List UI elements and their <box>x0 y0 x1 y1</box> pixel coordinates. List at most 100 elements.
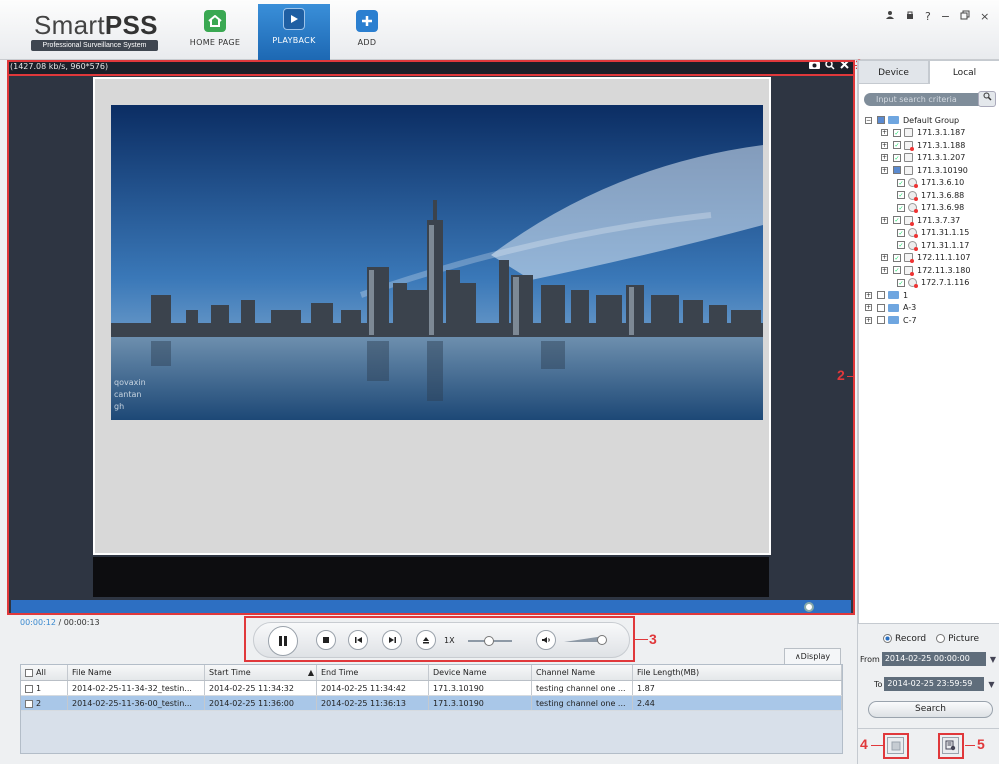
chevron-down-icon[interactable]: ▼ <box>990 655 996 664</box>
to-datetime-field[interactable]: 2014-02-25 23:59:59 <box>884 677 985 691</box>
speed-slider-handle[interactable] <box>484 636 494 646</box>
volume-button[interactable] <box>536 630 556 650</box>
record-radio[interactable]: Record <box>883 634 926 644</box>
row-checkbox[interactable] <box>25 684 33 693</box>
header-start-time[interactable]: Start Time ▲ <box>205 665 317 680</box>
tree-checkbox[interactable]: ✓ <box>893 153 901 162</box>
expand-icon[interactable]: + <box>881 166 888 174</box>
header-file-length[interactable]: File Length(MB) <box>633 665 842 680</box>
tree-item[interactable]: +171.3.10190 <box>881 164 968 177</box>
expand-icon[interactable]: + <box>881 129 888 137</box>
tree-item[interactable]: +1 <box>865 289 908 302</box>
header-device-name[interactable]: Device Name <box>429 665 532 680</box>
row-select[interactable]: 2 <box>21 696 68 710</box>
tree-checkbox[interactable]: ✓ <box>893 141 901 150</box>
tab-device[interactable]: Device <box>858 60 929 84</box>
sidebar-bottom-panel: 4 5 <box>858 728 999 764</box>
tree-checkbox[interactable] <box>877 303 885 312</box>
restore-icon[interactable] <box>960 10 970 24</box>
tree-checkbox[interactable] <box>877 291 885 300</box>
header-all[interactable]: All <box>21 665 68 680</box>
next-frame-button[interactable] <box>382 630 402 650</box>
expand-icon[interactable]: + <box>865 291 872 299</box>
search-icon[interactable] <box>978 91 996 107</box>
callout-4: 4 <box>860 736 868 752</box>
tree-checkbox[interactable]: ✓ <box>897 241 905 250</box>
header-file-name[interactable]: File Name <box>68 665 205 680</box>
select-all-checkbox[interactable] <box>25 668 33 677</box>
tree-item[interactable]: + A-3 <box>865 302 916 315</box>
nav-add-button[interactable]: ADD <box>331 6 403 58</box>
tree-item[interactable]: ✓ 171.3.6.10 <box>897 177 964 190</box>
tree-item[interactable]: + ✓ 172.11.1.107 <box>881 252 970 265</box>
table-row[interactable]: 1 2014-02-25-11-34-32_testin... 2014-02-… <box>21 681 842 696</box>
row-select[interactable]: 1 <box>21 681 68 695</box>
tree-checkbox[interactable]: ✓ <box>897 203 905 212</box>
tree-item[interactable]: + ✓ 171.3.1.187 <box>881 127 965 140</box>
tree-item[interactable]: + ✓ 171.3.1.188 <box>881 139 965 152</box>
tree-item[interactable]: ✓ 172.7.1.116 <box>897 277 969 290</box>
search-input[interactable]: Input search criteria <box>864 93 993 106</box>
table-row[interactable]: 2 2014-02-25-11-36-00_testin... 2014-02-… <box>21 696 842 711</box>
to-label: To <box>874 679 883 689</box>
lock-icon[interactable] <box>905 10 915 24</box>
pause-button[interactable] <box>268 626 298 656</box>
eject-button[interactable] <box>416 630 436 650</box>
device-icon <box>904 153 913 163</box>
tree-checkbox[interactable]: ✓ <box>893 216 901 225</box>
tab-local[interactable]: Local <box>929 60 999 84</box>
header-end-time[interactable]: End Time <box>317 665 429 680</box>
prev-frame-button[interactable] <box>348 630 368 650</box>
collapse-icon[interactable]: − <box>865 116 872 124</box>
help-icon[interactable]: ? <box>925 10 931 24</box>
tree-item[interactable]: + C-7 <box>865 314 917 327</box>
tree-item[interactable]: ✓ 171.31.1.17 <box>897 239 969 252</box>
tree-item[interactable]: + ✓ 171.3.7.37 <box>881 214 960 227</box>
window-controls: ? − × <box>885 10 989 24</box>
expand-icon[interactable]: + <box>881 254 888 262</box>
nav-home-button[interactable]: HOME PAGE <box>179 6 251 58</box>
tree-checkbox[interactable]: ✓ <box>893 253 901 262</box>
tree-item-label: 171.3.1.188 <box>917 140 966 150</box>
expand-icon[interactable]: + <box>881 216 888 224</box>
picture-radio[interactable]: Picture <box>936 634 979 644</box>
expand-icon[interactable]: + <box>881 141 888 149</box>
tree-item[interactable]: + ✓ 172.11.3.180 <box>881 264 970 277</box>
tree-checkbox[interactable] <box>893 166 901 175</box>
tree-checkbox[interactable] <box>877 116 885 125</box>
tree-checkbox[interactable]: ✓ <box>897 278 905 287</box>
tree-checkbox[interactable]: ✓ <box>893 266 901 275</box>
tree-item[interactable]: − Default Group <box>865 114 959 127</box>
nav-playback-button[interactable]: PLAYBACK <box>258 4 330 60</box>
close-icon[interactable]: × <box>980 10 989 24</box>
row-checkbox[interactable] <box>25 699 33 708</box>
tree-checkbox[interactable]: ✓ <box>893 128 901 137</box>
tree-item[interactable]: + ✓ 171.3.1.207 <box>881 152 965 165</box>
tree-checkbox[interactable]: ✓ <box>897 228 905 237</box>
camera-channel-icon <box>908 240 918 251</box>
minimize-icon[interactable]: − <box>941 10 950 24</box>
tree-item[interactable]: ✓ 171.31.1.15 <box>897 227 969 240</box>
expand-icon[interactable]: + <box>881 154 888 162</box>
volume-slider-handle[interactable] <box>597 635 607 645</box>
expand-icon[interactable]: + <box>881 266 888 274</box>
from-row: From 2014-02-25 00:00:00 ▼ <box>860 652 996 666</box>
device-offline-icon <box>904 253 914 264</box>
expand-icon[interactable]: + <box>865 316 872 324</box>
download-list-icon[interactable] <box>942 737 959 754</box>
save-icon[interactable] <box>887 737 904 754</box>
search-button[interactable]: Search <box>868 701 993 718</box>
tree-item[interactable]: ✓ 171.3.6.88 <box>897 189 964 202</box>
tree-item[interactable]: ✓ 171.3.6.98 <box>897 202 964 215</box>
tree-checkbox[interactable]: ✓ <box>897 178 905 187</box>
chevron-down-icon[interactable]: ▼ <box>988 680 994 689</box>
tree-checkbox[interactable] <box>877 316 885 325</box>
tree-checkbox[interactable]: ✓ <box>897 191 905 200</box>
stop-button[interactable] <box>316 630 336 650</box>
from-datetime-field[interactable]: 2014-02-25 00:00:00 <box>881 652 986 666</box>
nav-home-label: HOME PAGE <box>189 38 241 47</box>
header-channel-name[interactable]: Channel Name <box>532 665 633 680</box>
expand-icon[interactable]: + <box>865 304 872 312</box>
user-icon[interactable] <box>885 10 895 24</box>
display-toggle[interactable]: ∧Display <box>784 648 841 664</box>
